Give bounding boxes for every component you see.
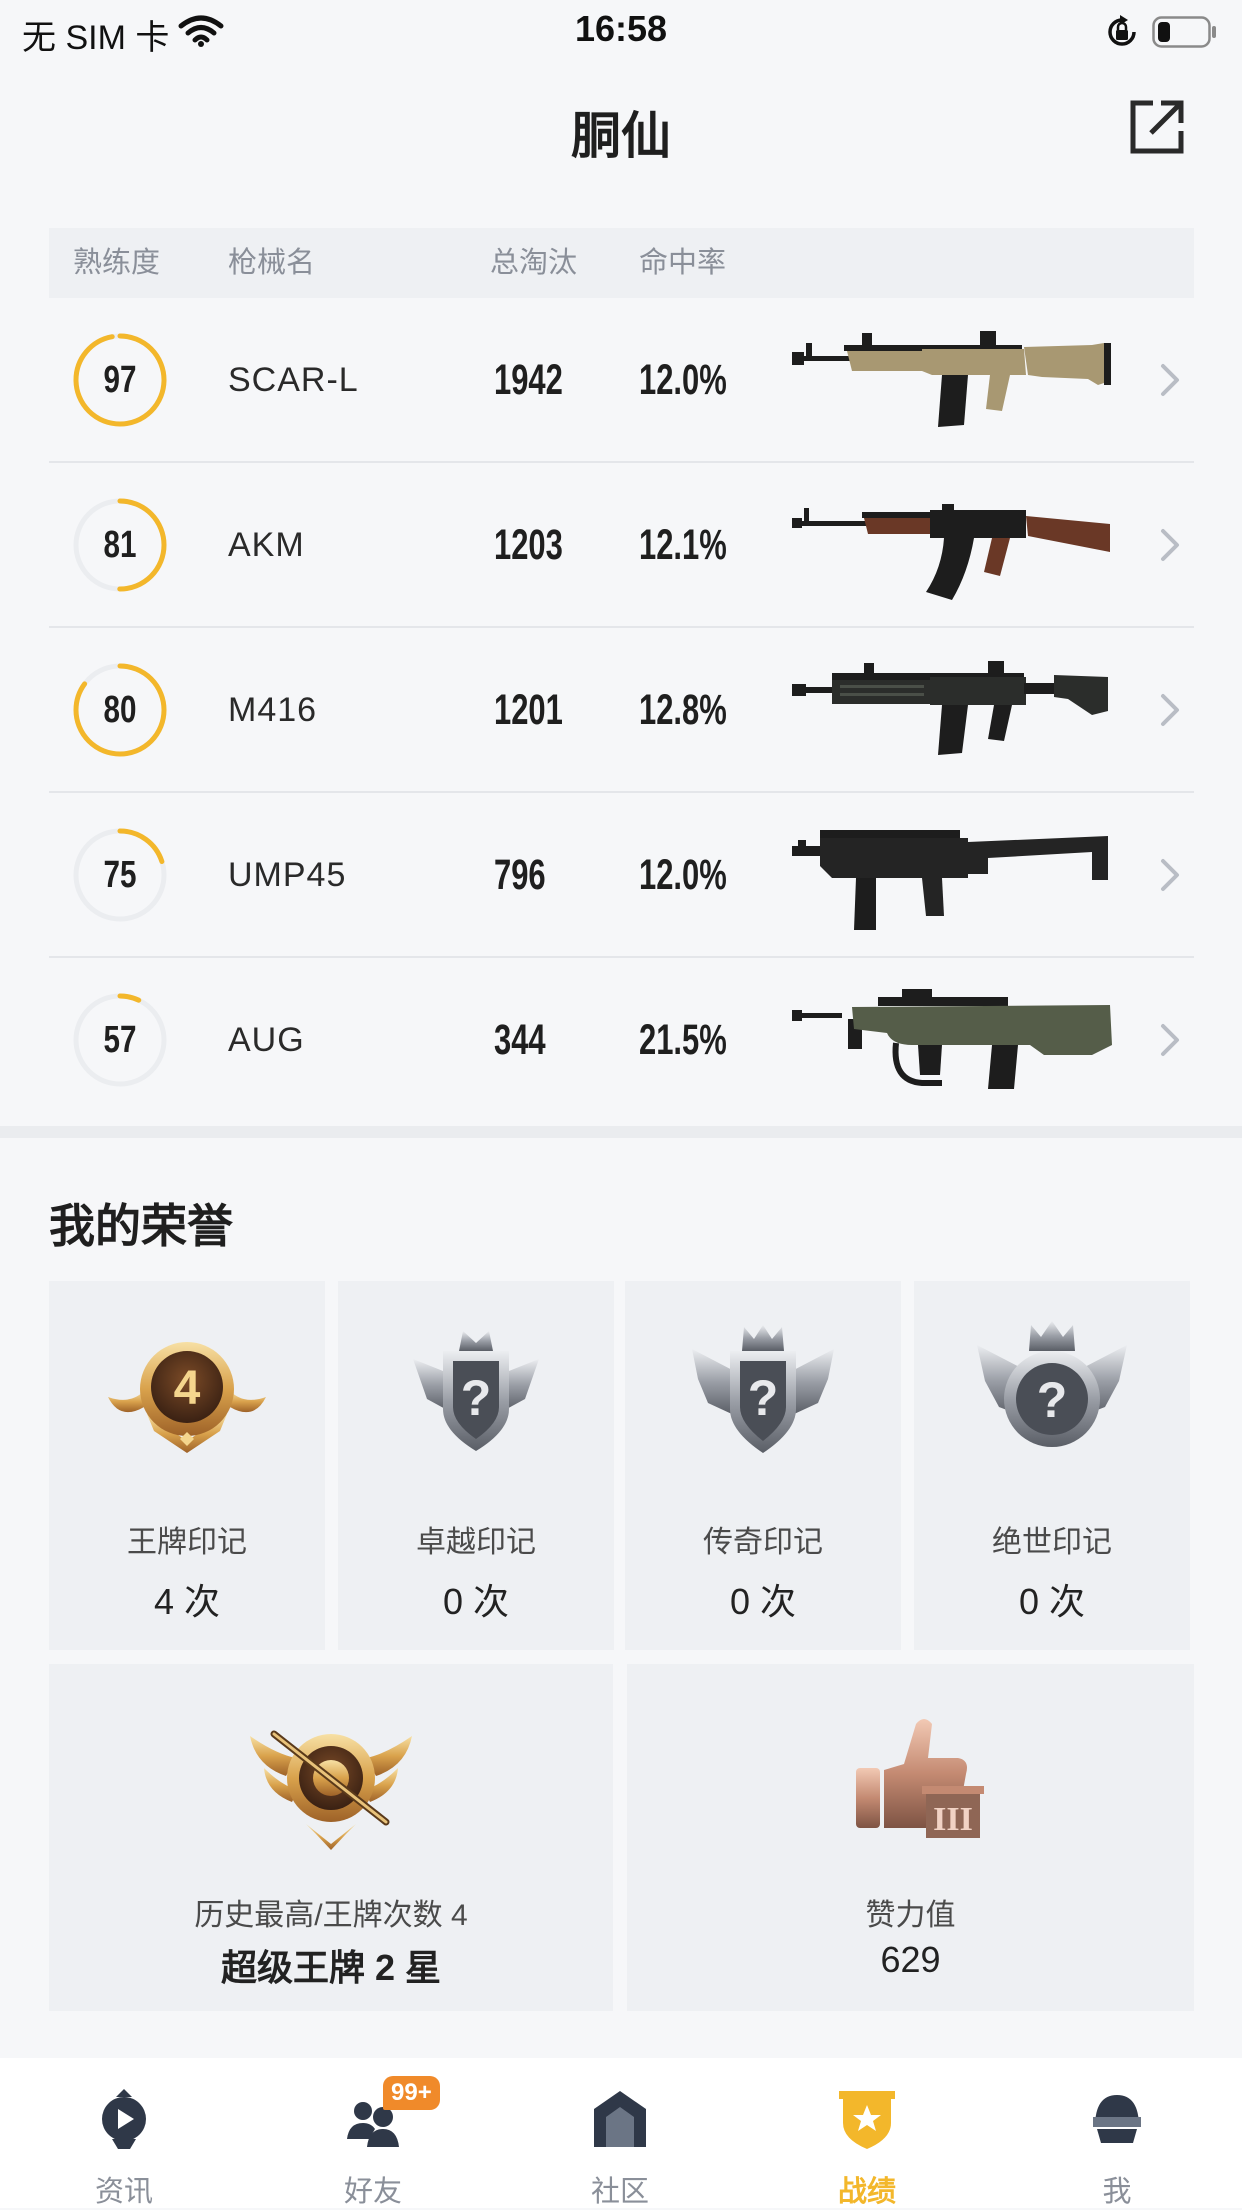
honor-count: 0 次: [1018, 1581, 1086, 1622]
badge-glyph: ?: [1037, 1372, 1068, 1428]
battery-icon: [1152, 16, 1218, 53]
akm-gun-image: [792, 504, 1110, 600]
share-icon[interactable]: [1127, 97, 1187, 162]
community-icon: [594, 2091, 646, 2147]
proficiency-value: 97: [103, 359, 137, 401]
ump45-gun-image: [792, 830, 1108, 930]
honor-card-excellence[interactable]: ? 卓越印记 0 次: [338, 1281, 614, 1650]
weapon-name: UMP45: [228, 856, 347, 894]
badge-glyph: ?: [748, 1370, 779, 1426]
honor-card-peerless[interactable]: ? 绝世印记 0 次: [914, 1281, 1190, 1650]
best-rank-label: 历史最高/王牌次数 4: [194, 1899, 468, 1932]
proficiency-ring: 97: [70, 330, 170, 430]
status-bar: 无 SIM 卡 16:58: [0, 0, 1242, 62]
honor-card-popularity[interactable]: III 赞力值 629: [627, 1664, 1194, 2011]
proficiency-value: 80: [103, 689, 137, 731]
weapon-row[interactable]: 57 AUG 344 21.5%: [49, 958, 1194, 1123]
popularity-value: 629: [880, 1939, 941, 1980]
super-ace-emblem-icon: [250, 1730, 412, 1850]
friends-notification-badge: 99+: [383, 2076, 440, 2110]
weapon-row[interactable]: 75 UMP45 796 12.0%: [49, 793, 1194, 958]
proficiency-value: 81: [103, 524, 137, 566]
weapon-row[interactable]: 97 SCAR-L 1942 12.0%: [49, 298, 1194, 463]
honor-count: 4 次: [153, 1581, 221, 1622]
honor-count: 0 次: [729, 1581, 797, 1622]
chevron-right-icon: [1159, 690, 1183, 735]
tab-record[interactable]: 战绩: [787, 2058, 947, 2208]
tab-label: 社区: [590, 2176, 649, 2208]
section-divider: [0, 1126, 1242, 1138]
column-total-kills: 总淘汰: [490, 247, 578, 279]
total-kills: 796: [494, 851, 546, 899]
column-weapon-name: 枪械名: [228, 247, 316, 279]
tab-label: 我: [1102, 2176, 1132, 2208]
weapon-name: AKM: [228, 526, 305, 564]
status-time: 16:58: [574, 8, 668, 49]
proficiency-ring: 81: [70, 495, 170, 595]
proficiency-ring: 75: [70, 825, 170, 925]
best-rank-value: 超级王牌 2 星: [220, 1947, 442, 1988]
tab-label: 战绩: [837, 2176, 896, 2208]
aug-gun-image: [792, 989, 1112, 1089]
total-kills: 1201: [494, 686, 563, 734]
chevron-right-icon: [1159, 855, 1183, 900]
badge-glyph: ?: [461, 1370, 492, 1426]
weapon-row[interactable]: 80 M416 1201 12.8%: [49, 628, 1194, 793]
peerless-mark-locked-badge-icon: ?: [977, 1321, 1127, 1447]
honor-label: 传奇印记: [703, 1526, 823, 1559]
honor-label: 绝世印记: [992, 1526, 1112, 1559]
news-icon: [102, 2089, 146, 2149]
tab-news[interactable]: 资讯: [44, 2058, 204, 2208]
weapon-table-header: 熟练度 枪械名 总淘汰 命中率: [49, 228, 1194, 298]
hit-rate: 12.8%: [639, 686, 727, 734]
proficiency-value: 57: [103, 1019, 137, 1061]
excellence-mark-locked-badge-icon: ?: [413, 1331, 539, 1451]
honor-card-ace[interactable]: 4 王牌印记 4 次: [49, 1281, 325, 1650]
thumbs-up-badge-icon: III: [855, 1719, 984, 1838]
hit-rate: 12.0%: [639, 851, 727, 899]
chevron-right-icon: [1159, 360, 1183, 405]
total-kills: 344: [494, 1016, 546, 1064]
honor-card-best-rank[interactable]: 历史最高/王牌次数 4 超级王牌 2 星: [49, 1664, 613, 2011]
weapon-name: M416: [228, 691, 318, 729]
column-hit-rate: 命中率: [639, 247, 727, 279]
proficiency-ring: 57: [70, 990, 170, 1090]
tab-friends[interactable]: 99+ 好友: [293, 2058, 453, 2208]
honor-count: 0 次: [442, 1581, 510, 1622]
proficiency-ring: 80: [70, 660, 170, 760]
chevron-right-icon: [1159, 1020, 1183, 1065]
scar-l-gun-image: [792, 331, 1111, 427]
column-proficiency: 熟练度: [73, 247, 161, 279]
m416-gun-image: [792, 661, 1108, 755]
legend-mark-locked-badge-icon: ?: [692, 1325, 834, 1453]
hit-rate: 12.0%: [639, 356, 727, 404]
record-icon: [839, 2091, 895, 2149]
tab-community[interactable]: 社区: [540, 2058, 700, 2208]
battery-level: [1158, 22, 1170, 42]
proficiency-value: 75: [103, 854, 137, 896]
tab-label: 资讯: [94, 2176, 153, 2208]
weapon-row[interactable]: 81 AKM 1203 12.1%: [49, 463, 1194, 628]
tab-label: 好友: [343, 2176, 402, 2208]
ace-mark-badge-icon: 4: [108, 1342, 266, 1453]
chevron-right-icon: [1159, 525, 1183, 570]
tab-me[interactable]: 我: [1037, 2058, 1197, 2208]
total-kills: 1203: [494, 521, 563, 569]
total-kills: 1942: [494, 356, 563, 404]
hit-rate: 21.5%: [639, 1016, 727, 1064]
badge-glyph: III: [933, 1801, 973, 1838]
honors-title: 我的荣誉: [49, 1200, 233, 1252]
honor-label: 王牌印记: [127, 1526, 247, 1559]
popularity-label: 赞力值: [865, 1899, 956, 1932]
weapon-name: SCAR-L: [228, 361, 359, 399]
honor-label: 卓越印记: [416, 1526, 536, 1559]
bottom-tab-bar: 资讯 99+ 好友 社区 战绩 我: [0, 2058, 1242, 2208]
helmet-icon: [1093, 2095, 1141, 2143]
ace-badge-number: 4: [174, 1362, 201, 1415]
page-title: 胴仙: [571, 108, 671, 164]
honor-card-legend[interactable]: ? 传奇印记 0 次: [625, 1281, 901, 1650]
weapon-name: AUG: [228, 1021, 305, 1059]
hit-rate: 12.1%: [639, 521, 727, 569]
orientation-lock-icon: [1104, 14, 1140, 55]
